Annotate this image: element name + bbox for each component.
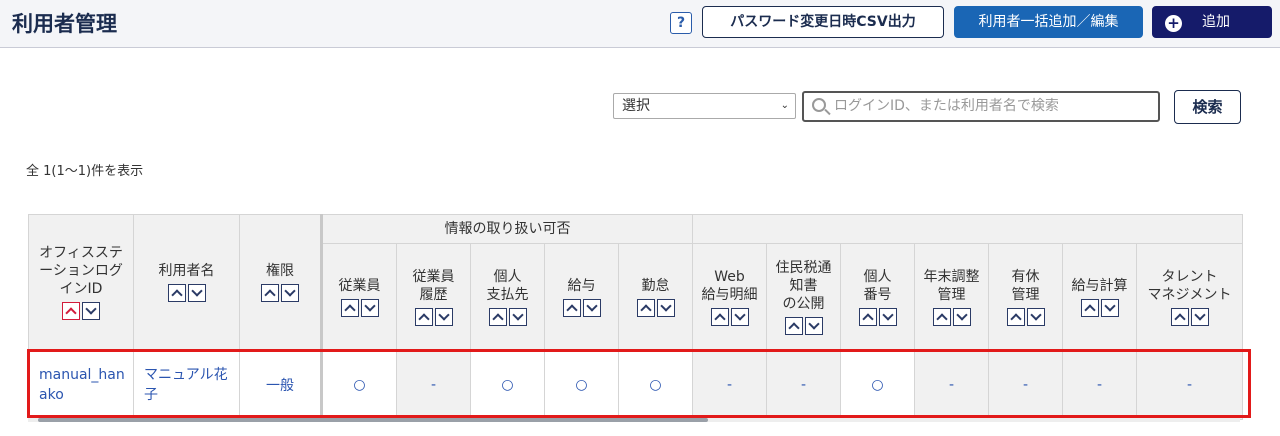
sort-desc-icon[interactable] — [730, 307, 749, 326]
col-label-name: 利用者名 — [158, 263, 215, 279]
sort-desc-icon[interactable] — [1100, 298, 1119, 317]
cell-perm-2: ○ — [470, 349, 545, 420]
cell-perm-1: - — [396, 349, 471, 420]
help-button[interactable]: ? — [670, 12, 692, 34]
search-placeholder: ログインID、または利用者名で検索 — [834, 98, 1059, 114]
col-label-role: 権限 — [266, 263, 294, 279]
sort-desc-icon[interactable] — [434, 307, 453, 326]
cell-perm-5: - — [692, 349, 767, 420]
cell-perm-11: - — [1136, 349, 1243, 420]
search-button[interactable]: 検索 — [1174, 90, 1241, 124]
scrollbar-thumb[interactable] — [38, 418, 708, 422]
col-label-perm: 住民税通 知書 の公開 — [775, 259, 832, 312]
sort-desc-icon[interactable] — [952, 307, 971, 326]
sort-asc-icon[interactable] — [784, 316, 803, 335]
col-header-perm-0: 従業員 — [320, 243, 397, 350]
col-header-perm-10: 給与計算 — [1062, 243, 1137, 350]
col-header-perm-11: タレント マネジメント — [1136, 243, 1243, 350]
add-button[interactable]: + 追加 — [1152, 6, 1272, 38]
search-input[interactable]: ログインID、または利用者名で検索 — [802, 91, 1160, 122]
page-title: 利用者管理 — [12, 12, 117, 36]
cell-perm-0: ○ — [320, 349, 397, 420]
sort-asc-icon[interactable] — [1006, 307, 1025, 326]
col-header-login-id: オフィスステーションログインID — [28, 214, 134, 350]
chevron-down-icon: ⌄ — [780, 100, 789, 111]
page-header: 利用者管理 ? パスワード変更日時CSV出力 利用者一括追加／編集 + 追加 — [0, 0, 1280, 48]
login-id-link[interactable]: manual_hanako — [39, 367, 125, 403]
sort-desc-icon[interactable] — [656, 298, 675, 317]
sort-asc-icon[interactable] — [62, 302, 80, 320]
cell-perm-7: ○ — [840, 349, 915, 420]
col-header-perm-9: 有休 管理 — [988, 243, 1063, 350]
sort-desc-icon[interactable] — [82, 302, 100, 320]
col-label-perm: 従業員 — [338, 277, 381, 294]
cell-perm-6: - — [766, 349, 841, 420]
col-label-perm: 従業員 履歴 — [412, 268, 455, 303]
col-label-perm: 個人 支払先 — [486, 268, 529, 303]
result-count: 全 1(1～1)件を表示 — [26, 164, 144, 179]
sort-asc-icon[interactable] — [858, 307, 877, 326]
col-label-perm: タレント マネジメント — [1147, 268, 1232, 303]
col-label-perm: 個人 番号 — [863, 268, 892, 303]
sort-desc-icon[interactable] — [1026, 307, 1045, 326]
sort-asc-icon[interactable] — [932, 307, 951, 326]
col-header-perm-3: 給与 — [544, 243, 619, 350]
sort-desc-icon[interactable] — [582, 298, 601, 317]
search-icon — [812, 98, 826, 112]
sort-desc-icon[interactable] — [281, 284, 299, 302]
sort-asc-icon[interactable] — [261, 284, 279, 302]
cell-role: 一般 — [239, 349, 322, 420]
col-label-perm: 勤怠 — [641, 277, 670, 294]
users-table: オフィスステーションログインID 利用者名 権限 情報の取り扱い可否 従業員 従業… — [28, 214, 1243, 420]
cell-perm-4: ○ — [618, 349, 693, 420]
cell-perm-8: - — [914, 349, 989, 420]
cell-perm-9: - — [988, 349, 1063, 420]
col-label-perm: 給与計算 — [1071, 277, 1128, 294]
cell-login-id[interactable]: manual_hanako — [28, 349, 134, 420]
sort-asc-icon[interactable] — [167, 284, 186, 302]
bulk-add-edit-button[interactable]: 利用者一括追加／編集 — [954, 6, 1143, 38]
col-header-perm-6: 住民税通 知書 の公開 — [766, 243, 841, 350]
sort-asc-icon[interactable] — [414, 307, 433, 326]
col-header-perm-2: 個人 支払先 — [470, 243, 545, 350]
sort-desc-icon[interactable] — [360, 298, 379, 317]
add-button-label: 追加 — [1202, 14, 1230, 30]
sort-asc-icon[interactable] — [340, 298, 359, 317]
col-label-perm: Web 給与明細 — [701, 268, 758, 303]
col-header-perm-4: 勤怠 — [618, 243, 693, 350]
filter-select[interactable]: 選択 ⌄ — [613, 93, 796, 119]
filter-select-value: 選択 — [622, 98, 650, 114]
cell-perm-3: ○ — [544, 349, 619, 420]
group-header-empty — [692, 214, 1243, 244]
sort-asc-icon[interactable] — [488, 307, 507, 326]
col-label-login-id: オフィスステーションログインID — [39, 245, 123, 297]
group-header-info-handling: 情報の取り扱い可否 — [320, 214, 693, 244]
password-csv-export-button[interactable]: パスワード変更日時CSV出力 — [702, 6, 944, 38]
col-header-name: 利用者名 — [133, 214, 240, 350]
sort-asc-icon[interactable] — [636, 298, 655, 317]
sort-desc-icon[interactable] — [878, 307, 897, 326]
col-header-perm-7: 個人 番号 — [840, 243, 915, 350]
col-label-perm: 年末調整 管理 — [923, 268, 980, 303]
col-header-role: 権限 — [239, 214, 322, 350]
col-header-perm-1: 従業員 履歴 — [396, 243, 471, 350]
col-label-perm: 有休 管理 — [1011, 268, 1040, 303]
sort-desc-icon[interactable] — [1190, 307, 1209, 326]
horizontal-scrollbar[interactable] — [28, 418, 1240, 422]
user-name-link[interactable]: マニュアル花子 — [144, 367, 228, 403]
cell-perm-10: - — [1062, 349, 1137, 420]
cell-name[interactable]: マニュアル花子 — [133, 349, 240, 420]
sort-asc-icon[interactable] — [1170, 307, 1189, 326]
sort-desc-icon[interactable] — [187, 284, 206, 302]
plus-circle-icon: + — [1165, 15, 1182, 32]
sort-asc-icon[interactable] — [710, 307, 729, 326]
sort-desc-icon[interactable] — [804, 316, 823, 335]
col-header-perm-8: 年末調整 管理 — [914, 243, 989, 350]
sort-desc-icon[interactable] — [508, 307, 527, 326]
col-header-perm-5: Web 給与明細 — [692, 243, 767, 350]
sort-asc-icon[interactable] — [1080, 298, 1099, 317]
table-row[interactable]: manual_hanako マニュアル花子 一般 ○ - ○ ○ ○ - - ○ - - - - — [28, 349, 1243, 420]
col-label-perm: 給与 — [567, 277, 596, 294]
sort-asc-icon[interactable] — [562, 298, 581, 317]
